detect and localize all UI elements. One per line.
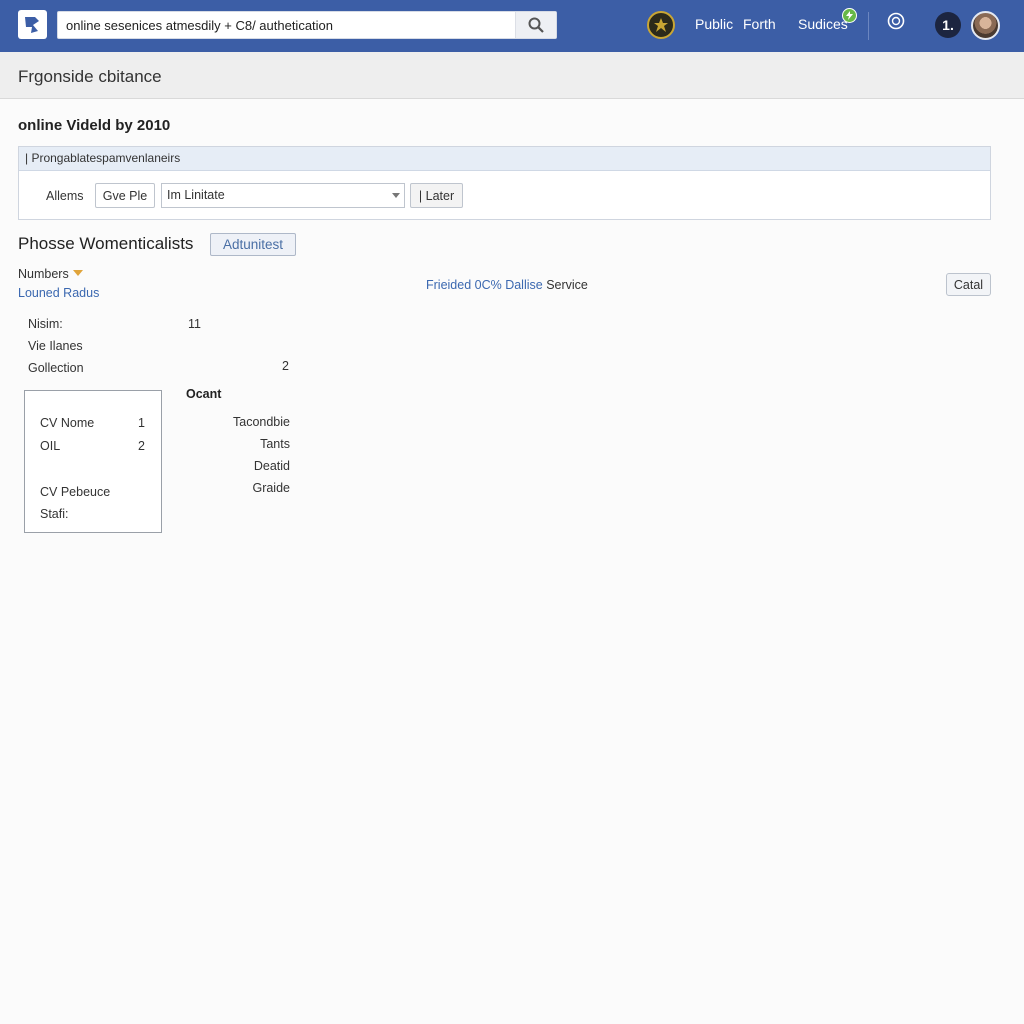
card-row-label: Stafi: xyxy=(40,507,69,521)
top-navigation-bar: Public Forth Sudices 1. xyxy=(0,0,1024,52)
page-header: Frgonside cbitance xyxy=(0,52,1024,99)
card-row-label: CV Nome xyxy=(40,416,95,430)
nav-link-forth[interactable]: Forth xyxy=(743,16,776,32)
notification-badge[interactable] xyxy=(842,8,857,23)
card-row-value: 1 xyxy=(138,416,145,430)
numbers-dropdown[interactable]: Numbers xyxy=(18,267,83,281)
card-row-label: OIL xyxy=(40,439,61,453)
admin-button[interactable]: Adtunitest xyxy=(210,233,296,256)
numbers-label: Numbers xyxy=(18,267,69,281)
filter-select[interactable]: Im Linitate xyxy=(161,183,405,208)
detail-label: Nisim: xyxy=(28,317,63,331)
logo-icon xyxy=(24,16,39,33)
avatar[interactable] xyxy=(971,11,1000,40)
list-item: Tants xyxy=(260,437,290,451)
card-row-value: 2 xyxy=(138,439,145,453)
service-link[interactable]: Frieided 0C% Dallise xyxy=(426,278,543,292)
list-item: Tacondbie xyxy=(233,415,290,429)
filter-panel: | Prongablatespamvenlaneirs Allems Gve P… xyxy=(18,146,991,220)
detail-label: Gollection xyxy=(28,361,84,375)
chevron-down-icon xyxy=(392,193,400,198)
gve-ple-button[interactable]: Gve Ple xyxy=(95,183,155,208)
search-box xyxy=(57,11,557,39)
nav-link-sudices[interactable]: Sudices xyxy=(798,16,848,32)
summary-card: CV Nome 1 OIL 2 CV Pebeuce Stafi: xyxy=(24,390,162,533)
later-button[interactable]: | Later xyxy=(410,183,463,208)
card-row-label: CV Pebeuce xyxy=(40,485,111,499)
search-button[interactable] xyxy=(515,12,556,38)
search-input[interactable] xyxy=(58,12,516,38)
filter-label: Allems xyxy=(46,189,84,203)
service-line: Frieided 0C% Dallise Service xyxy=(426,278,588,292)
lightning-icon xyxy=(846,11,853,20)
globe-menu[interactable] xyxy=(885,12,907,40)
catal-button[interactable]: Catal xyxy=(946,273,991,296)
search-icon xyxy=(528,17,544,33)
subsection-title: Phosse Womenticalists xyxy=(18,234,194,253)
section-heading: online Videld by 2010 xyxy=(18,117,171,134)
list-item: Deatid xyxy=(253,459,290,473)
globe-icon xyxy=(887,12,905,30)
filter-panel-header: | Prongablatespamvenlaneirs xyxy=(19,147,990,171)
page-title: Frgonside cbitance xyxy=(18,67,162,86)
detail-value: 11 xyxy=(188,317,201,331)
app-logo[interactable] xyxy=(18,10,47,39)
column-title: Ocant xyxy=(186,387,222,401)
service-label: Service xyxy=(546,278,588,292)
nav-link-public[interactable]: Public xyxy=(695,16,733,32)
emblem-icon[interactable] xyxy=(647,11,675,39)
radius-link[interactable]: Louned Radus xyxy=(18,286,99,300)
list-item: Graide xyxy=(252,481,290,495)
detail-label: Vie Ilanes xyxy=(28,339,83,353)
toolbar-divider xyxy=(868,12,869,40)
filter-select-value: Im Linitate xyxy=(167,188,225,202)
detail-value: 2 xyxy=(282,359,289,373)
caret-down-icon xyxy=(72,270,83,276)
count-badge[interactable]: 1. xyxy=(935,12,961,38)
